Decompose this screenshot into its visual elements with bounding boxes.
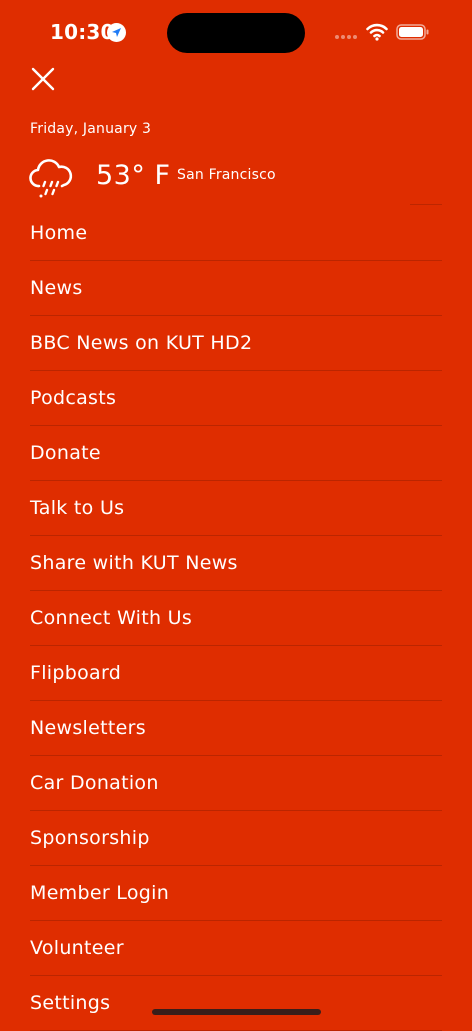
location-arrow-icon [107, 23, 126, 42]
navigation-menu: Home News BBC News on KUT HD2 Podcasts D… [30, 206, 442, 1031]
wifi-icon [366, 23, 388, 45]
weather-widget: 53° F San Francisco [28, 156, 428, 202]
status-time: 10:30 [50, 20, 115, 44]
divider [410, 204, 442, 205]
weather-city: San Francisco [177, 167, 276, 183]
menu-item-home[interactable]: Home [30, 206, 442, 261]
menu-item-donate[interactable]: Donate [30, 426, 442, 481]
current-date: Friday, January 3 [30, 121, 152, 137]
battery-icon [396, 23, 430, 41]
menu-item-flipboard[interactable]: Flipboard [30, 646, 442, 701]
menu-item-talk-to-us[interactable]: Talk to Us [30, 481, 442, 536]
temperature: 53° F [96, 160, 171, 191]
close-button[interactable] [24, 61, 62, 99]
menu-item-news[interactable]: News [30, 261, 442, 316]
menu-item-settings[interactable]: Settings [30, 976, 442, 1031]
cellular-signal-icon [335, 35, 359, 39]
home-indicator[interactable] [152, 1009, 321, 1015]
status-bar: 10:30 [0, 0, 472, 64]
rain-cloud-icon [29, 159, 73, 198]
menu-item-member-login[interactable]: Member Login [30, 866, 442, 921]
close-icon [31, 67, 55, 91]
dynamic-island [167, 13, 305, 53]
menu-item-share[interactable]: Share with KUT News [30, 536, 442, 591]
menu-item-volunteer[interactable]: Volunteer [30, 921, 442, 976]
menu-item-newsletters[interactable]: Newsletters [30, 701, 442, 756]
menu-item-connect[interactable]: Connect With Us [30, 591, 442, 646]
menu-item-bbc-news[interactable]: BBC News on KUT HD2 [30, 316, 442, 371]
menu-item-sponsorship[interactable]: Sponsorship [30, 811, 442, 866]
menu-item-podcasts[interactable]: Podcasts [30, 371, 442, 426]
menu-item-car-donation[interactable]: Car Donation [30, 756, 442, 811]
